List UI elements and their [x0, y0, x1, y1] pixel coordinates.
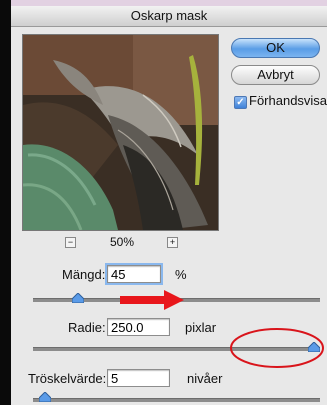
preview-checkbox[interactable]: ✓ [234, 96, 247, 109]
amount-slider-thumb[interactable] [71, 293, 84, 303]
preview-image[interactable] [22, 34, 219, 231]
threshold-label: Tröskelvärde: [28, 371, 107, 386]
dialog-title: Oskarp mask [11, 6, 327, 27]
window-edge [0, 0, 11, 405]
preview-label: Förhandsvisa [249, 93, 327, 108]
zoom-out-button[interactable]: − [65, 237, 76, 248]
radius-unit: pixlar [185, 320, 217, 335]
radius-field[interactable] [107, 318, 170, 336]
radius-label: Radie: [68, 320, 106, 335]
red-circle-annotation [230, 328, 324, 368]
zoom-in-button[interactable]: + [167, 237, 178, 248]
amount-label: Mängd: [62, 267, 106, 282]
zoom-level: 50% [110, 235, 135, 249]
amount-unit: % [175, 267, 187, 282]
ok-button[interactable]: OK [231, 38, 320, 58]
preview-artwork [23, 35, 218, 230]
threshold-field[interactable] [107, 369, 170, 387]
threshold-unit: nivåer [187, 371, 223, 386]
threshold-slider-track[interactable] [33, 398, 320, 402]
amount-field[interactable] [105, 263, 163, 285]
cancel-button[interactable]: Avbryt [231, 65, 320, 85]
red-arrow-annotation [120, 290, 184, 310]
threshold-slider-thumb[interactable] [38, 392, 51, 402]
